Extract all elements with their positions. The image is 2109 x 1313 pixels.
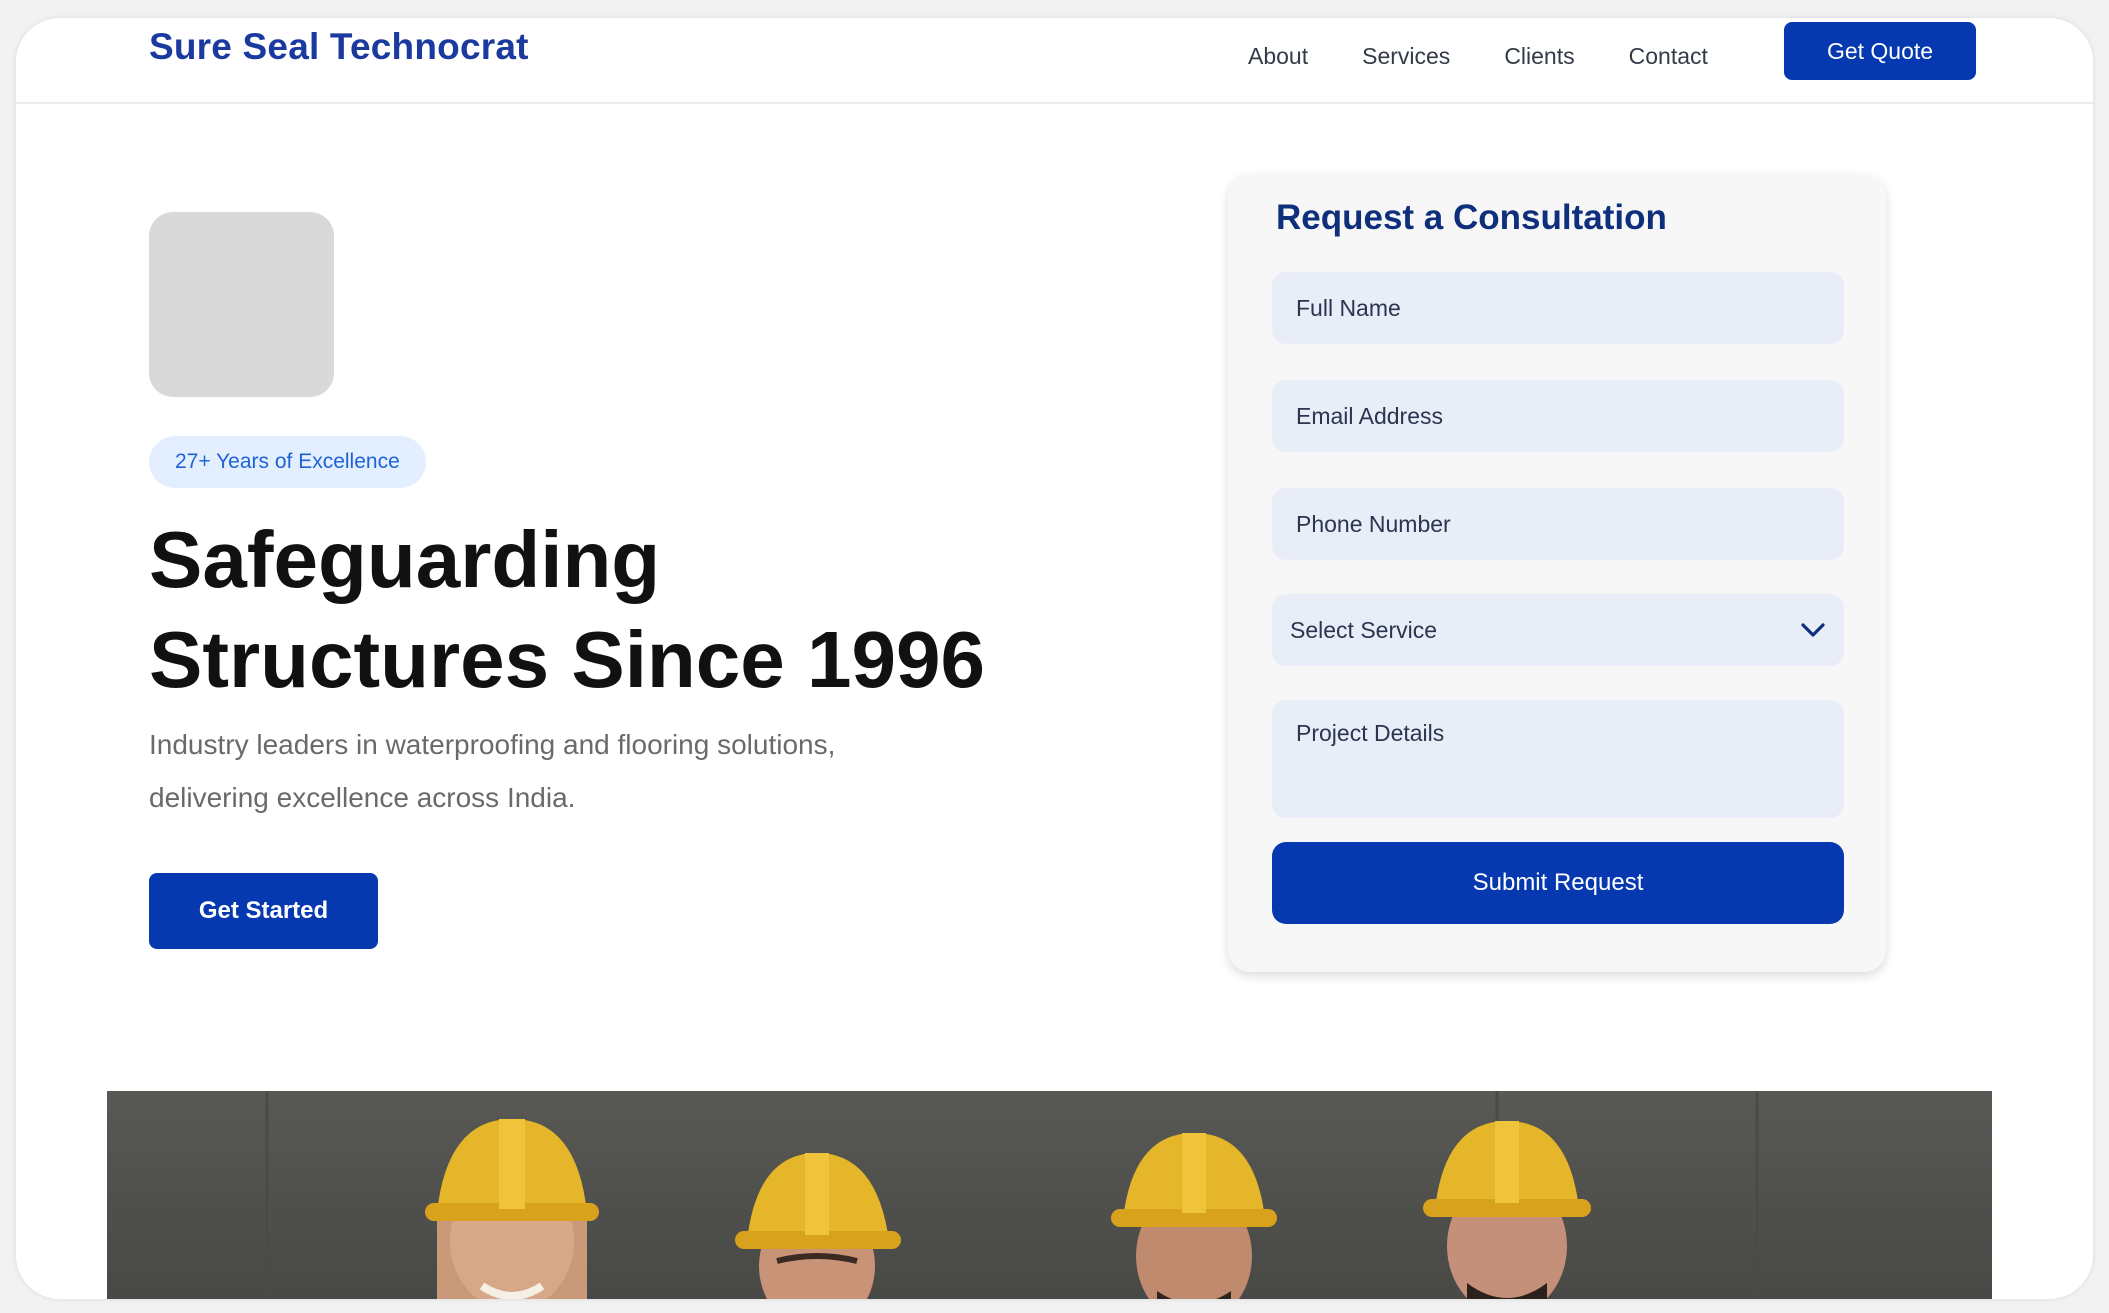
hero-subtitle: Industry leaders in waterproofing and fl… <box>149 718 949 824</box>
brand-logo-text[interactable]: Sure Seal Technocrat <box>149 26 529 68</box>
nav-link-clients[interactable]: Clients <box>1504 43 1574 70</box>
service-select-value: Select Service <box>1290 616 1438 643</box>
chevron-down-icon <box>1800 617 1826 643</box>
consultation-form-card: Request a Consultation Full Name Email A… <box>1228 174 1886 972</box>
phone-input[interactable]: Phone Number <box>1272 488 1844 560</box>
logo-image-placeholder <box>149 212 334 397</box>
hero-title-line-1: Safeguarding <box>149 515 661 604</box>
years-badge: 27+ Years of Excellence <box>149 436 426 488</box>
submit-request-button[interactable]: Submit Request <box>1272 842 1844 924</box>
project-details-textarea[interactable]: Project Details <box>1272 700 1844 818</box>
nav-link-services[interactable]: Services <box>1362 43 1450 70</box>
full-name-input[interactable]: Full Name <box>1272 272 1844 344</box>
nav-link-contact[interactable]: Contact <box>1629 43 1708 70</box>
nav-links: About Services Clients Contact <box>1248 36 1708 76</box>
top-navbar: Sure Seal Technocrat About Services Clie… <box>16 18 2093 104</box>
get-started-button[interactable]: Get Started <box>149 873 378 949</box>
form-title: Request a Consultation <box>1276 198 1667 237</box>
browser-frame: Sure Seal Technocrat About Services Clie… <box>16 18 2093 1299</box>
hero-title-line-2: Structures Since 1996 <box>149 615 985 704</box>
hero-subtitle-line-1: Industry leaders in waterproofing and fl… <box>149 729 836 760</box>
hero-subtitle-line-2: delivering excellence across India. <box>149 782 576 813</box>
email-input[interactable]: Email Address <box>1272 380 1844 452</box>
service-select[interactable]: Select Service <box>1272 594 1844 666</box>
hero-title: Safeguarding Structures Since 1996 <box>149 510 1109 710</box>
nav-link-about[interactable]: About <box>1248 43 1308 70</box>
get-quote-button[interactable]: Get Quote <box>1784 22 1976 80</box>
team-photo <box>107 1091 1992 1299</box>
